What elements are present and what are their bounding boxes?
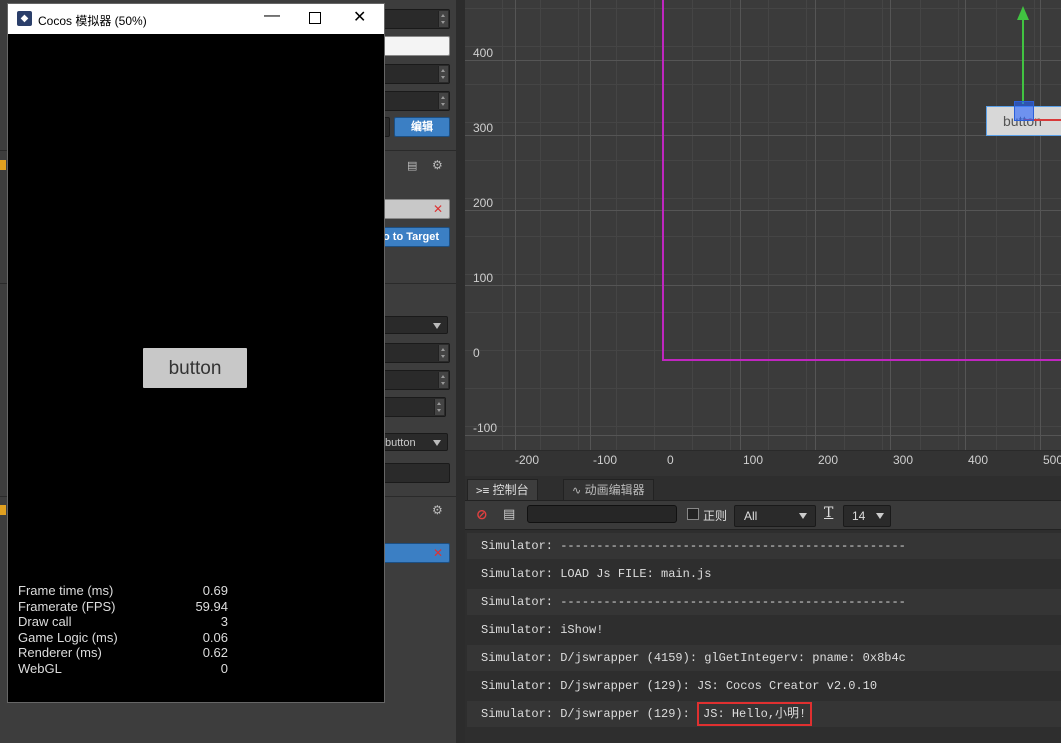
- log-line: Simulator: iShow!: [467, 617, 1061, 643]
- y-axis-label: 0: [473, 346, 480, 360]
- book-icon[interactable]: ▤: [407, 159, 417, 172]
- simulator-window[interactable]: ◆ Cocos 模拟器 (50%) — ✕ button Frame time …: [7, 3, 385, 703]
- x-axis-label: 500: [1043, 453, 1061, 467]
- target-select[interactable]: button: [382, 433, 448, 451]
- stat-row: Game Logic (ms) 0.06: [18, 629, 228, 645]
- number-field[interactable]: [382, 9, 450, 29]
- clear-icon[interactable]: ✕: [433, 202, 443, 216]
- color-field[interactable]: [382, 36, 450, 56]
- window-title: Cocos 模拟器 (50%): [38, 14, 147, 28]
- x-axis-label: 100: [743, 453, 764, 467]
- chevron-down-icon: [433, 440, 441, 446]
- highlight-box: JS: Hello,小明!: [697, 702, 813, 726]
- log-line: Simulator: -----------------------------…: [467, 589, 1061, 615]
- y-axis-label: 200: [473, 196, 494, 210]
- profiler-stats: Frame time (ms) 0.69 Framerate (FPS) 59.…: [18, 583, 228, 676]
- edit-button[interactable]: 编辑: [394, 117, 450, 137]
- canvas-border-left: [662, 0, 664, 361]
- gizmo-y-arrow[interactable]: [1017, 6, 1029, 20]
- text-field[interactable]: [382, 463, 450, 483]
- x-axis-label: 200: [818, 453, 839, 467]
- game-button[interactable]: button: [143, 348, 247, 388]
- x-ruler: -200 -100 0 100 200 300 400 500: [465, 450, 1061, 476]
- tab-console[interactable]: >≡ 控制台: [467, 479, 538, 500]
- chevron-down-icon: [433, 323, 441, 329]
- log-line: Simulator: D/jswrapper (4159): glGetInte…: [467, 645, 1061, 671]
- console-toolbar: ⊘ ▤ 正则 All T 14: [465, 500, 1061, 530]
- stat-row: Renderer (ms) 0.62: [18, 645, 228, 660]
- y-axis-label: 300: [473, 121, 494, 135]
- log-line: Simulator: -----------------------------…: [467, 533, 1061, 559]
- stat-row: Frame time (ms) 0.69: [18, 583, 228, 598]
- stat-row: Draw call 3: [18, 614, 228, 629]
- gizmo-y-axis[interactable]: [1022, 14, 1024, 104]
- animation-icon: ∿: [572, 485, 582, 497]
- clear-console-icon[interactable]: ⊘: [476, 506, 488, 523]
- x-axis-label: 0: [667, 453, 674, 467]
- scene-view[interactable]: 400 300 200 100 0 -100 button -200 -100 …: [465, 0, 1061, 476]
- log-line: Simulator: D/jswrapper (129): JS: Cocos …: [467, 673, 1061, 699]
- open-log-file-icon[interactable]: ▤: [503, 506, 515, 522]
- gizmo-center-handle[interactable]: [1014, 101, 1034, 121]
- close-icon[interactable]: ✕: [353, 7, 366, 27]
- checkbox[interactable]: [0, 505, 6, 515]
- minimize-icon[interactable]: —: [264, 7, 280, 25]
- console-panel: >≡ 控制台 ∿ 动画编辑器 ⊘ ▤ 正则 All T 14 Simulator…: [465, 476, 1061, 743]
- log-line: Simulator: D/jswrapper (129): JS: Hello,…: [467, 701, 1061, 727]
- tab-animation-editor[interactable]: ∿ 动画编辑器: [563, 479, 654, 500]
- clear-icon[interactable]: ✕: [433, 546, 443, 560]
- transition-select[interactable]: [382, 316, 448, 334]
- gear-icon[interactable]: ⚙: [432, 503, 443, 517]
- stat-row: Framerate (FPS) 59.94: [18, 598, 228, 614]
- x-axis-label: 400: [968, 453, 989, 467]
- console-filter-input[interactable]: [527, 505, 677, 523]
- log-line: Simulator: LOAD Js FILE: main.js: [467, 561, 1061, 587]
- target-field[interactable]: ✕: [382, 199, 450, 219]
- maximize-icon[interactable]: [309, 12, 321, 24]
- x-axis-label: 300: [893, 453, 914, 467]
- y-axis-label: -100: [473, 421, 498, 435]
- font-size-select[interactable]: 14: [843, 505, 891, 527]
- regex-checkbox[interactable]: [687, 508, 699, 520]
- x-axis-label: -100: [593, 453, 618, 467]
- number-field[interactable]: [382, 64, 450, 84]
- x-axis-label: -200: [515, 453, 540, 467]
- font-size-icon: T: [824, 505, 834, 521]
- script-field[interactable]: ✕: [382, 543, 450, 563]
- gear-icon[interactable]: ⚙: [432, 158, 443, 172]
- y-axis-label: 400: [473, 46, 494, 60]
- checkbox[interactable]: [0, 160, 6, 170]
- number-field[interactable]: [382, 397, 446, 417]
- regex-label: 正则: [703, 509, 728, 523]
- stat-row: WebGL 0: [18, 660, 228, 676]
- chevron-down-icon: [799, 513, 807, 519]
- cocos-logo-icon: ◆: [17, 11, 32, 26]
- number-field[interactable]: [382, 370, 450, 390]
- console-icon: >≡: [476, 484, 490, 497]
- canvas-border-bottom: [662, 359, 1061, 361]
- y-axis-label: 100: [473, 271, 494, 285]
- number-field[interactable]: [382, 91, 450, 111]
- simulator-titlebar[interactable]: ◆ Cocos 模拟器 (50%) — ✕: [8, 4, 384, 34]
- chevron-down-icon: [876, 513, 884, 519]
- number-field[interactable]: [382, 343, 450, 363]
- log-level-select[interactable]: All: [734, 505, 816, 527]
- go-to-target-button[interactable]: o to Target: [382, 227, 450, 247]
- panel-splitter[interactable]: [456, 0, 465, 743]
